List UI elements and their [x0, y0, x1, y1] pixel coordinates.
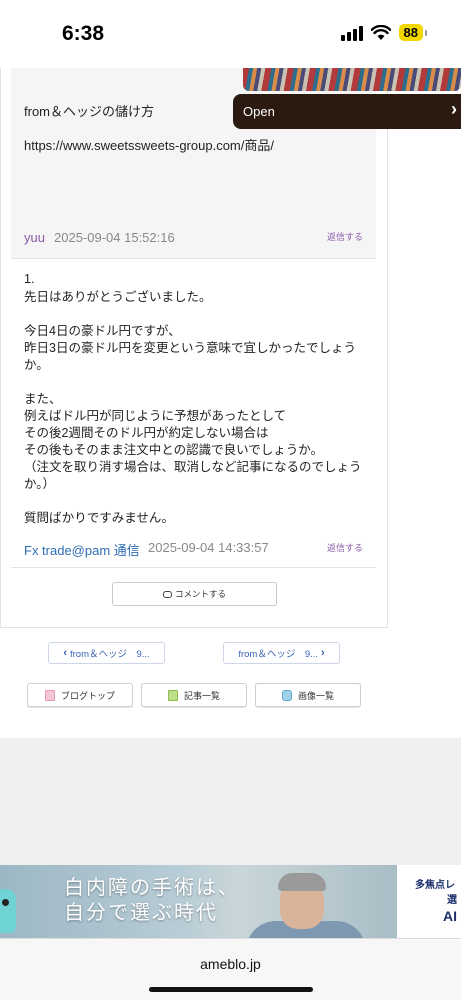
page-gap	[0, 738, 461, 865]
comment-number: 1.	[24, 272, 35, 286]
prev-entry-button[interactable]: ‹ from＆ヘッジ 9...	[48, 642, 165, 664]
comment-button-label: コメントする	[174, 589, 226, 599]
status-time: 6:38	[62, 22, 105, 45]
prev-entry-label: from＆ヘッジ 9...	[69, 649, 150, 660]
next-entry-button[interactable]: from＆ヘッジ 9... ›	[223, 642, 340, 664]
comment-main-author[interactable]: Fx trade@pam 通信	[24, 540, 140, 559]
entries-list-label: 記事一覧	[183, 690, 220, 701]
chevron-right-icon: ›	[321, 647, 325, 659]
entries-list-button[interactable]: 記事一覧	[141, 683, 247, 707]
battery-icon: 88	[398, 24, 428, 41]
blog-top-button[interactable]: ブログトップ	[27, 683, 133, 707]
images-list-button[interactable]: 画像一覧	[255, 683, 361, 707]
entries-list-icon	[167, 689, 178, 701]
chevron-left-icon: ‹	[63, 647, 67, 659]
floating-ad-open-label: Open	[243, 104, 275, 119]
comment-divider	[11, 567, 376, 568]
next-entry-label: from＆ヘッジ 9...	[238, 649, 319, 660]
wifi-icon	[370, 24, 391, 40]
comment-previous-url[interactable]: https://www.sweetssweets-group.com/商品/	[24, 137, 274, 155]
ad-mascot-image	[0, 889, 16, 933]
reply-link[interactable]: 返信する	[327, 230, 363, 243]
comment-previous-author[interactable]: yuu	[24, 230, 45, 245]
ad-side-text-1: 多焦点レ	[415, 880, 455, 891]
images-list-label: 画像一覧	[297, 690, 334, 701]
floating-ad[interactable]: Open ›	[233, 68, 461, 129]
reply-link[interactable]: 返信する	[327, 541, 363, 554]
speech-bubble-icon	[162, 590, 172, 598]
ad-person-image	[228, 869, 388, 938]
comment-main-date: 2025-09-04 14:33:57	[148, 540, 269, 555]
ad-banner[interactable]: 白内障の手術は、 自分で選ぶ時代 多焦点レ 選 AI	[0, 865, 461, 938]
comment-button[interactable]: コメントする	[112, 582, 277, 606]
comment-previous-title: from＆ヘッジの儲け方	[24, 104, 155, 119]
floating-ad-image	[243, 68, 461, 91]
chevron-right-icon: ›	[451, 99, 457, 119]
blog-top-label: ブログトップ	[60, 690, 115, 701]
comment-body: 先日はありがとうございました。 今日4日の豪ドル円ですが、 昨日3日の豪ドル円を…	[24, 290, 362, 525]
address-url[interactable]: ameblo.jp	[0, 956, 461, 972]
blog-top-icon	[44, 689, 55, 701]
ad-headline-line-1: 白内障の手術は、	[64, 875, 240, 899]
ad-headline: 白内障の手術は、 自分で選ぶ時代	[64, 875, 240, 925]
browser-address-bar[interactable]: ameblo.jp	[0, 938, 461, 1000]
home-indicator	[149, 987, 313, 992]
status-icons: 88	[340, 24, 428, 41]
ad-side-panel: 多焦点レ 選 AI	[397, 865, 461, 938]
camera-icon	[281, 689, 292, 701]
comment-previous-date: 2025-09-04 15:52:16	[54, 230, 175, 245]
ad-headline-line-2: 自分で選ぶ時代	[64, 900, 218, 924]
ad-side-text-2: 選	[447, 895, 457, 906]
comment-divider	[11, 258, 376, 259]
ad-side-text-3: AI	[443, 908, 457, 924]
cellular-signal-icon	[340, 25, 363, 41]
status-bar: 6:38 88	[0, 0, 461, 68]
